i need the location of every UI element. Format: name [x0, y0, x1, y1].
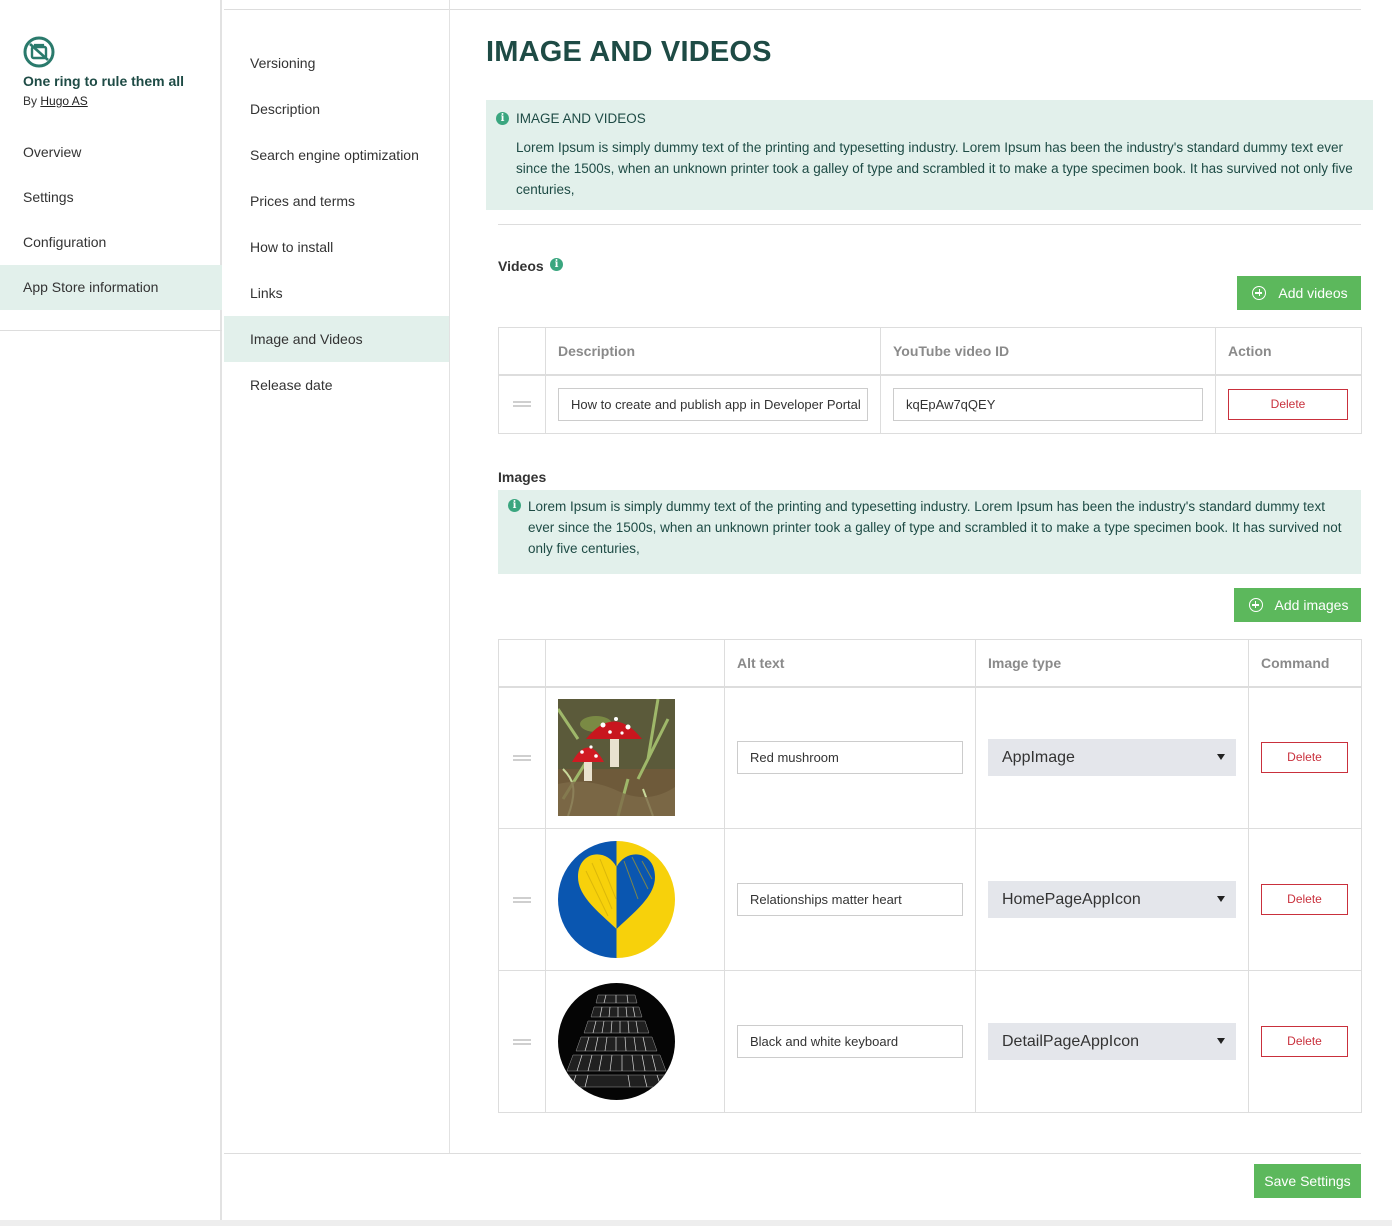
alt-text-input[interactable] [737, 1025, 963, 1058]
section-nav-versioning[interactable]: Versioning [224, 40, 449, 86]
info-text: Lorem Ipsum is simply dummy text of the … [516, 140, 1353, 197]
drag-column-header [498, 639, 546, 688]
caret-down-icon [1217, 1038, 1225, 1044]
page-info-box: i IMAGE AND VIDEOS Lorem Ipsum is simply… [486, 100, 1373, 210]
section-nav-release-date[interactable]: Release date [224, 362, 449, 408]
plus-circle-icon [1252, 286, 1267, 300]
images-info-text: Lorem Ipsum is simply dummy text of the … [528, 499, 1342, 556]
keyboard-thumbnail [558, 983, 675, 1100]
app-nav-app-store-information[interactable]: App Store information [0, 265, 222, 310]
image-type-select[interactable]: DetailPageAppIcon [988, 1023, 1236, 1060]
table-row: AppImage Delete [498, 686, 1362, 829]
section-nav: Versioning Description Search engine opt… [224, 0, 450, 1154]
info-icon: i [496, 112, 509, 125]
image-type-value: AppImage [1002, 749, 1075, 767]
heart-thumbnail [558, 841, 675, 958]
app-nav-configuration[interactable]: Configuration [0, 220, 222, 265]
column-header-description: Description [545, 327, 881, 376]
app-sidebar: One ring to rule them all By Hugo AS Ove… [0, 0, 222, 1220]
table-header-row: Description YouTube video ID Action [498, 327, 1362, 376]
section-nav-how-to-install[interactable]: How to install [224, 224, 449, 270]
videos-heading: Videos [498, 258, 544, 274]
app-logo-icon [23, 36, 55, 68]
column-header-command: Command [1248, 639, 1362, 688]
page-title: IMAGE AND VIDEOS [486, 36, 772, 68]
section-nav-links[interactable]: Links [224, 270, 449, 316]
section-nav-seo[interactable]: Search engine optimization [224, 132, 449, 178]
column-header-video-id: YouTube video ID [880, 327, 1216, 376]
app-nav-settings[interactable]: Settings [0, 175, 222, 220]
app-nav: Overview Settings Configuration App Stor… [0, 130, 222, 310]
image-type-select[interactable]: AppImage [988, 739, 1236, 777]
table-row: HomePageAppIcon Delete [498, 828, 1362, 971]
add-videos-button[interactable]: Add videos [1237, 276, 1361, 310]
images-heading: Images [498, 469, 547, 485]
app-title: One ring to rule them all [23, 73, 185, 89]
drag-handle-icon[interactable] [513, 1038, 531, 1045]
section-nav-image-and-videos[interactable]: Image and Videos [224, 316, 449, 362]
delete-video-button[interactable]: Delete [1228, 388, 1348, 420]
video-id-input[interactable] [893, 387, 1203, 421]
vendor-link[interactable]: Hugo AS [40, 94, 87, 108]
image-type-value: HomePageAppIcon [1002, 891, 1141, 908]
videos-table: Description YouTube video ID Action Dele… [498, 327, 1362, 434]
app-nav-overview[interactable]: Overview [0, 130, 222, 175]
drag-handle-icon[interactable] [513, 401, 531, 408]
video-description-input[interactable] [558, 387, 868, 421]
caret-down-icon [1217, 896, 1225, 902]
table-row: Delete [498, 374, 1362, 434]
section-nav-prices-and-terms[interactable]: Prices and terms [224, 178, 449, 224]
page-bottom-strip [0, 1220, 1392, 1226]
column-header-image-type: Image type [975, 639, 1249, 688]
app-vendor-line: By Hugo AS [23, 94, 88, 108]
info-icon: i [508, 499, 521, 512]
save-settings-button[interactable]: Save Settings [1254, 1164, 1361, 1198]
images-info-box: i Lorem Ipsum is simply dummy text of th… [498, 490, 1361, 574]
sidebar-divider [0, 330, 222, 331]
table-row: DetailPageAppIcon Delete [498, 970, 1362, 1113]
image-type-value: DetailPageAppIcon [1002, 1033, 1139, 1050]
delete-image-button[interactable]: Delete [1261, 884, 1348, 915]
image-type-select[interactable]: HomePageAppIcon [988, 881, 1236, 918]
info-heading: IMAGE AND VIDEOS [516, 111, 646, 126]
by-prefix: By [23, 94, 38, 108]
caret-down-icon [1217, 754, 1225, 761]
drag-handle-icon[interactable] [513, 754, 531, 761]
videos-info-icon[interactable]: i [550, 258, 563, 271]
column-header-thumbnail [545, 639, 725, 688]
alt-text-input[interactable] [737, 741, 963, 775]
drag-column-header [498, 327, 546, 376]
delete-image-button[interactable]: Delete [1261, 1026, 1348, 1057]
alt-text-input[interactable] [737, 883, 963, 916]
add-videos-label: Add videos [1278, 285, 1348, 301]
column-header-action: Action [1215, 327, 1362, 376]
drag-handle-icon[interactable] [513, 896, 531, 903]
delete-image-button[interactable]: Delete [1261, 742, 1348, 774]
table-header-row: Alt text Image type Command [498, 639, 1362, 688]
footer-divider [224, 1153, 1361, 1154]
add-images-label: Add images [1274, 597, 1349, 613]
red-mushroom-thumbnail [558, 699, 675, 817]
images-table: Alt text Image type Command Red mushroom… [498, 639, 1362, 1113]
plus-circle-icon [1248, 598, 1263, 612]
add-images-button[interactable]: Add images [1234, 588, 1361, 622]
section-divider [498, 224, 1361, 225]
column-header-alt-text: Alt text [724, 639, 976, 688]
section-nav-description[interactable]: Description [224, 86, 449, 132]
